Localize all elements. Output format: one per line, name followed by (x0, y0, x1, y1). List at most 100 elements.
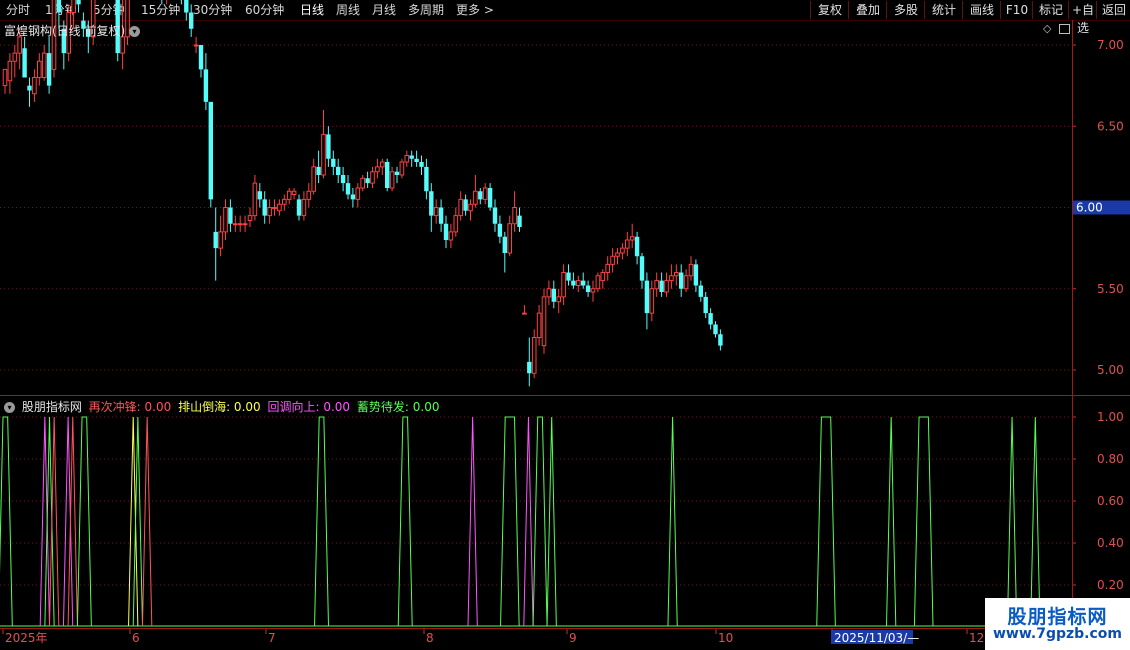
candle (610, 248, 615, 273)
candle (389, 166, 395, 192)
kline-chart[interactable]: 9.008.508.007.507.006.506.005.505.001.00… (0, 0, 1130, 650)
candle (605, 256, 611, 281)
axes: 9.008.508.007.507.006.506.005.505.001.00… (0, 20, 1130, 645)
candle (679, 264, 684, 297)
candle-body (482, 187, 488, 200)
candle-body (497, 223, 503, 237)
candle-body (590, 288, 596, 293)
indicator-pulse (532, 416, 548, 627)
x-tick-label: 6 (132, 631, 140, 645)
candle (27, 77, 32, 107)
indicator-tick-label: 0.80 (1097, 452, 1124, 466)
candle (208, 101, 213, 208)
watermark-url: www.7gpzb.com (992, 626, 1122, 642)
candle-body (380, 161, 385, 168)
candle (541, 288, 547, 354)
candle-body (688, 263, 694, 277)
price-tick-label: 6.50 (1097, 119, 1124, 133)
candle-body (639, 256, 645, 281)
candle-body (286, 190, 292, 200)
candle-body (296, 199, 302, 216)
indicator-pulse (913, 416, 934, 627)
candle-body (385, 162, 390, 188)
candle-series (2, 0, 723, 387)
candle (76, 0, 81, 13)
candle-body (679, 272, 684, 289)
candle (595, 272, 601, 292)
candle (703, 292, 708, 318)
candle (2, 68, 8, 94)
chevron-down-icon[interactable]: ▾ (4, 402, 15, 413)
candle (237, 215, 243, 232)
candle-body (512, 207, 517, 225)
candle (189, 4, 194, 37)
candle-body (659, 280, 664, 292)
candle-body (693, 264, 699, 286)
candle (458, 191, 463, 221)
candle-body (409, 155, 414, 159)
candle-body (517, 215, 522, 227)
candle-body (247, 215, 253, 221)
candle (531, 329, 537, 379)
candle (713, 321, 718, 338)
candle (252, 175, 258, 221)
indicator-pulse (546, 416, 557, 627)
x-tick-label: 8 (426, 631, 434, 645)
candle-body (282, 198, 287, 205)
candle-body (649, 288, 655, 314)
diamond-icon[interactable]: ◇ (1043, 22, 1051, 35)
indicator-tick-label: 0.40 (1097, 536, 1124, 550)
candle-body (522, 312, 527, 315)
candle-body (218, 231, 223, 249)
indicator-pulse (1006, 416, 1018, 627)
candle-body (595, 275, 601, 290)
candle (321, 110, 326, 179)
indicator-pulse (132, 416, 143, 627)
candle (512, 191, 517, 232)
indicator-pulse (816, 416, 836, 627)
indicator-tick-label: 0.20 (1097, 578, 1124, 592)
candle-body (203, 69, 209, 102)
candle (522, 305, 527, 315)
panel-toggle-icon[interactable] (1059, 24, 1070, 34)
candle (576, 275, 581, 292)
candle (228, 199, 233, 232)
indicator-pulse (0, 416, 13, 627)
candle (350, 188, 356, 208)
candle (404, 150, 410, 167)
x-tick-label: 9 (569, 631, 577, 645)
candle-body (438, 207, 444, 224)
candle-body (581, 280, 586, 286)
chevron-down-icon[interactable]: ▾ (129, 26, 141, 37)
candle (629, 223, 635, 249)
candle (659, 272, 664, 297)
candle (497, 215, 503, 244)
candle (566, 264, 571, 286)
candle-body (605, 263, 611, 273)
candle-body (566, 272, 571, 281)
candle (625, 231, 630, 257)
indicator-pulse (397, 416, 413, 627)
legend-series-overwhelm: 排山倒海: 0.00 (178, 400, 261, 414)
candle-body (669, 275, 674, 282)
candle-body (424, 166, 429, 192)
candle-body (473, 190, 478, 205)
candle-body (487, 188, 493, 208)
candle-body (257, 191, 262, 200)
candle-body (527, 361, 532, 374)
candle (340, 166, 346, 192)
legend-series-recharge: 再次冲锋: 0.00 (88, 400, 172, 414)
candle (433, 199, 439, 224)
candle-body (375, 166, 380, 173)
candle (213, 207, 218, 281)
candle-body (311, 166, 316, 192)
candle (429, 183, 434, 232)
candle-body (492, 207, 498, 224)
candle-body (399, 161, 405, 176)
candle-body (277, 203, 282, 212)
x-tick-label: 10 (718, 631, 733, 645)
candle (492, 199, 498, 232)
indicator-pulse (62, 416, 74, 627)
candle (218, 215, 223, 257)
candle-body (345, 183, 351, 195)
